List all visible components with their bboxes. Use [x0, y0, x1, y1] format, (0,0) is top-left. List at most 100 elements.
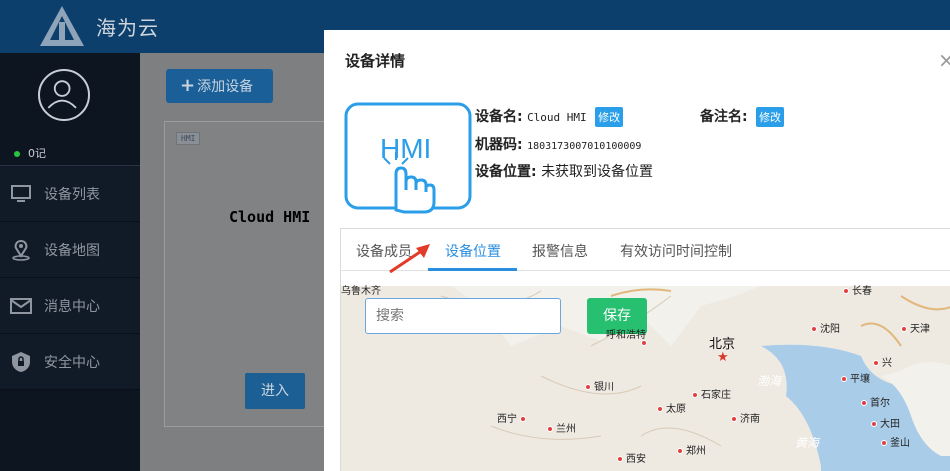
add-device-button[interactable]: + 添加设备: [166, 69, 273, 103]
sidebar-item-label: 安全中心: [44, 355, 100, 371]
capital-star-icon: ★: [717, 350, 729, 365]
edit-device-name-button[interactable]: 修改: [595, 107, 624, 127]
city-label: 大田: [871, 415, 900, 430]
city-name: 天津: [910, 324, 930, 335]
sidebar-item-security-center[interactable]: 安全中心: [0, 334, 140, 390]
city-name: 西安: [626, 454, 646, 465]
city-label: 银川: [585, 378, 614, 393]
city-label: 首尔: [861, 394, 890, 409]
location-map[interactable]: 保存 乌鲁木齐 长春 沈阳 天津 呼和浩特 兴 平壤 银川 石家庄 太原 首尔 …: [341, 286, 950, 471]
user-status: 0记: [14, 145, 46, 161]
city-dot-icon: [841, 376, 847, 382]
city-label: 乌鲁木齐: [341, 282, 381, 297]
city-name: 银川: [594, 382, 614, 393]
edit-remark-button[interactable]: 修改: [756, 107, 785, 127]
device-name-value: Cloud HMI: [527, 111, 587, 124]
city-label: 釜山: [881, 434, 910, 449]
sidebar-item-device-list[interactable]: 设备列表: [0, 166, 140, 222]
city-dot-icon: [520, 416, 526, 422]
enter-button[interactable]: 进入: [245, 373, 305, 409]
add-device-label: 添加设备: [197, 79, 254, 95]
city-name: 太原: [666, 404, 686, 415]
city-name: 郑州: [686, 446, 706, 457]
city-dot-icon: [657, 406, 663, 412]
sidebar-item-device-map[interactable]: 设备地图: [0, 222, 140, 278]
device-card[interactable]: HMI Cloud HMI 进入: [164, 121, 334, 427]
sea-label: 渤海: [757, 374, 782, 388]
user-profile: 0记: [0, 53, 140, 166]
city-name: 长春: [852, 286, 872, 297]
city-label: 西安: [617, 450, 646, 465]
monitor-icon: [11, 185, 31, 202]
city-name: 乌鲁木齐: [341, 286, 381, 297]
city-name: 平壤: [850, 374, 870, 385]
tab-device-location[interactable]: 设备位置: [445, 241, 501, 261]
device-card-name: Cloud HMI: [229, 208, 311, 226]
city-dot-icon: [811, 326, 817, 332]
hmi-touch-icon: HMI: [344, 102, 472, 214]
city-label: 平壤: [841, 370, 870, 385]
city-name: 兰州: [556, 424, 576, 435]
map-search-input[interactable]: [365, 298, 561, 334]
city-dot-icon: [843, 288, 849, 294]
city-label: 济南: [731, 410, 760, 425]
location-value: 未获取到设备位置: [541, 164, 654, 180]
city-dot-icon: [861, 400, 867, 406]
city-name: 大田: [880, 419, 900, 430]
device-type-badge: HMI: [176, 132, 201, 145]
city-label: 沈阳: [811, 320, 840, 335]
city-name: 釜山: [890, 438, 910, 449]
city-dot-icon: [641, 340, 647, 346]
sea-label: 黄海: [795, 436, 820, 450]
brand-logo-icon: [40, 6, 84, 46]
tab-alarm-info[interactable]: 报警信息: [532, 241, 588, 261]
tab-access-time-control[interactable]: 有效访问时间控制: [620, 241, 732, 261]
city-dot-icon: [692, 392, 698, 398]
city-label: 西宁: [497, 410, 529, 425]
city-dot-icon: [873, 360, 879, 366]
sidebar-item-message-center[interactable]: 消息中心: [0, 278, 140, 334]
sidebar-item-label: 消息中心: [44, 299, 100, 315]
city-dot-icon: [901, 326, 907, 332]
city-label: 呼和浩特: [606, 326, 646, 341]
user-avatar-icon[interactable]: [38, 69, 90, 121]
user-status-text: 0记: [28, 147, 46, 160]
city-label: 长春: [843, 282, 872, 297]
shield-lock-icon: [12, 352, 30, 372]
online-dot-icon: [14, 151, 20, 157]
city-name: 兴: [882, 358, 892, 369]
city-dot-icon: [677, 448, 683, 454]
city-label: 兴: [873, 354, 892, 369]
city-label: [641, 338, 650, 349]
plus-icon: +: [180, 75, 196, 96]
location-row: 设备位置: 未获取到设备位置: [475, 161, 653, 181]
city-name: 首尔: [870, 398, 890, 409]
remark-label: 备注名:: [700, 109, 748, 125]
city-label: 兰州: [547, 420, 576, 435]
brand-name: 海为云: [96, 16, 159, 40]
modal-title: 设备详情: [345, 52, 406, 70]
city-label: 太原: [657, 400, 686, 415]
city-dot-icon: [731, 416, 737, 422]
device-name-row: 设备名: Cloud HMI 修改: [475, 106, 624, 127]
map-pin-icon: [12, 239, 30, 261]
close-icon[interactable]: ×: [938, 48, 950, 72]
city-label: 郑州: [677, 442, 706, 457]
sidebar-item-label: 设备列表: [44, 187, 100, 203]
red-arrow-icon: [389, 244, 430, 274]
city-dot-icon: [585, 384, 591, 390]
city-dot-icon: [617, 456, 623, 462]
city-name: 呼和浩特: [606, 330, 646, 341]
sidebar-item-label: 设备地图: [44, 243, 100, 259]
device-name-label: 设备名:: [475, 109, 523, 125]
location-label: 设备位置:: [475, 164, 537, 180]
mail-icon: [10, 298, 32, 314]
remark-row: 备注名: 修改: [700, 106, 785, 127]
city-name: 济南: [740, 414, 760, 425]
city-dot-icon: [881, 440, 887, 446]
city-label: 天津: [901, 320, 930, 335]
city-label: 石家庄: [692, 386, 731, 401]
machine-code-label: 机器码:: [475, 137, 523, 153]
city-name: 石家庄: [701, 390, 731, 401]
sidebar: 0记 设备列表 设备地图 消息中心 安全中心: [0, 53, 140, 471]
